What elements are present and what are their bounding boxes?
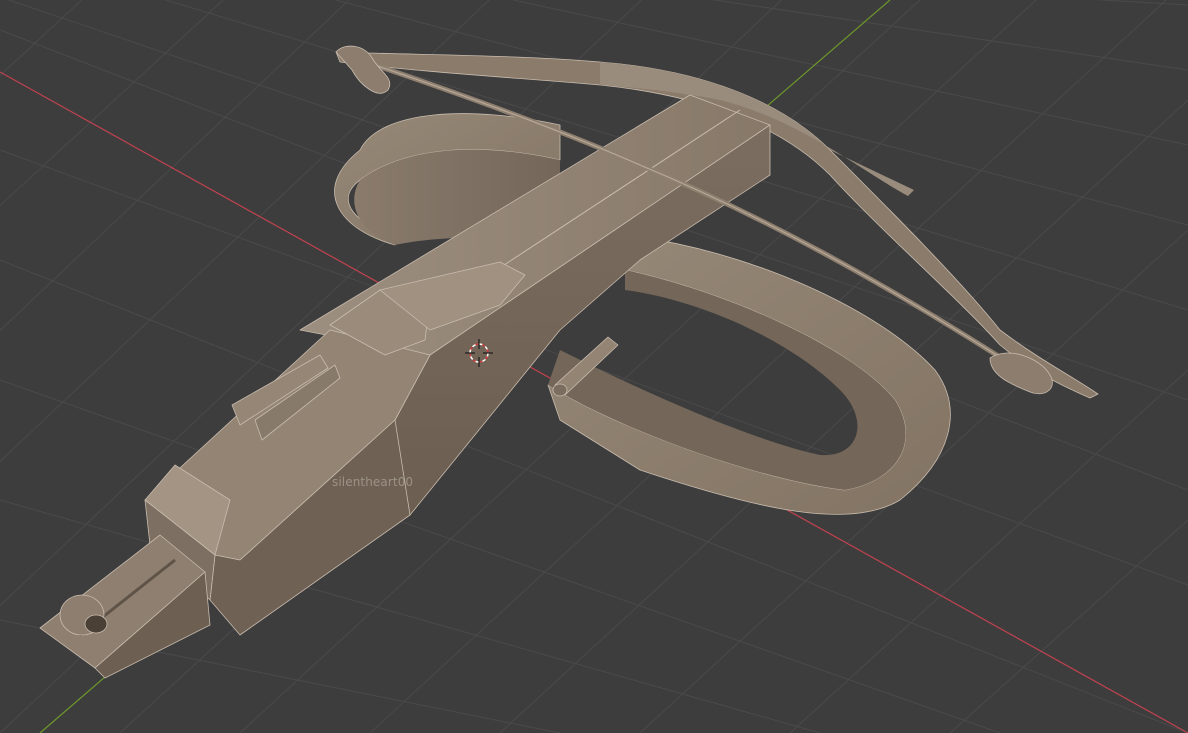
stirrup-band-front-inner: [548, 270, 906, 490]
viewport-scene[interactable]: [0, 0, 1188, 733]
3d-viewport[interactable]: silentheart00: [0, 0, 1188, 733]
front-pin-end: [552, 383, 568, 397]
crossbow-model[interactable]: [39, 45, 1099, 679]
butt-loop-hole: [84, 614, 108, 634]
